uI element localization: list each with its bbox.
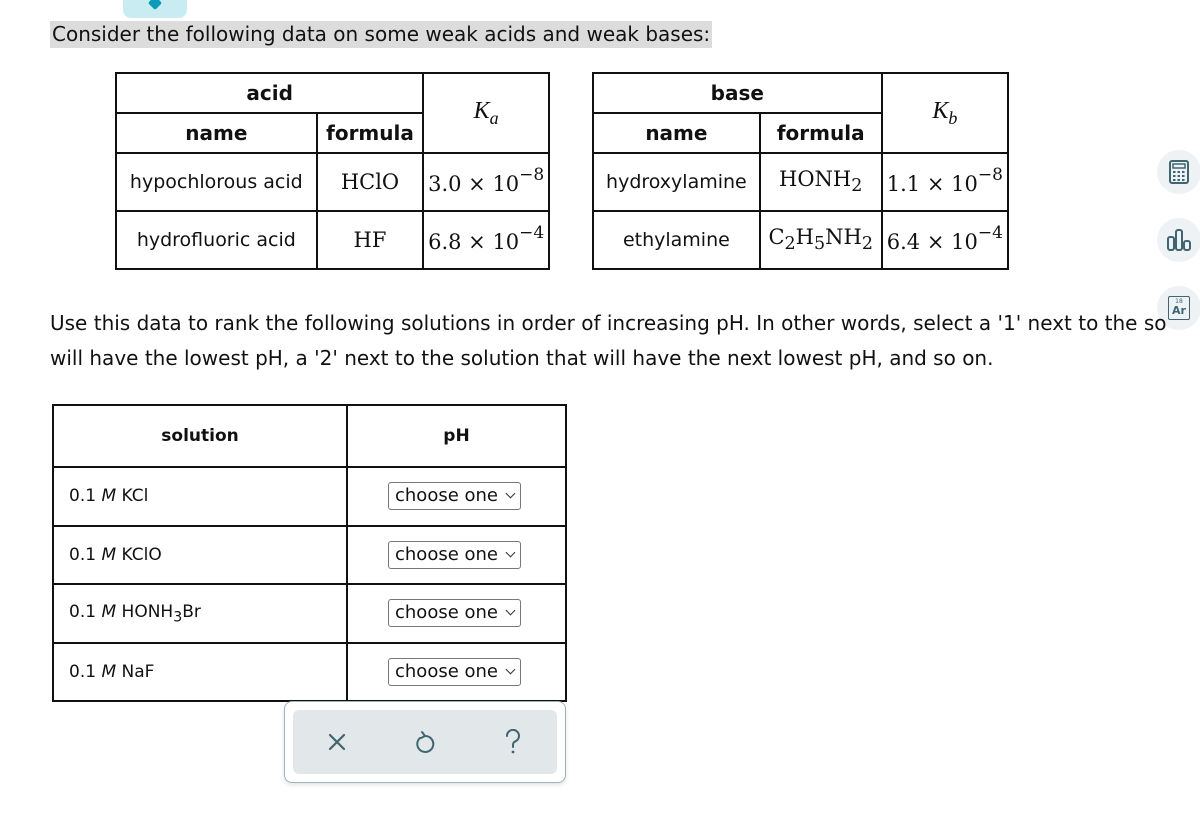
acid-name: hypochlorous acid <box>115 152 318 212</box>
chevron-down-icon <box>505 605 516 616</box>
acid-group-header: acid <box>114 72 425 114</box>
answer-toolbar <box>284 701 566 783</box>
bar-chart-icon <box>1167 229 1191 251</box>
calculator-button[interactable] <box>1157 150 1200 194</box>
ka-header: Ka <box>422 72 550 154</box>
instructions: Use this data to rank the following solu… <box>50 306 1200 376</box>
solution-header: solution <box>52 404 348 468</box>
table-row: ethylamine C2H5NH2 6.4 × 10−4 <box>592 210 1010 270</box>
table-row: hypochlorous acid HClO 3.0 × 10−8 <box>115 152 550 212</box>
acid-formula-header: formula <box>315 112 425 154</box>
chevron-down-icon <box>147 0 163 11</box>
base-group-header: base <box>592 72 883 114</box>
table-row: 0.1 M KCl choose one <box>52 466 567 527</box>
solution-label: 0.1 M HONH3Br <box>52 583 348 644</box>
base-name: ethylamine <box>592 210 761 270</box>
base-table: base Kb name formula hydroxylamine HONH2… <box>592 72 1010 270</box>
ph-rank-select[interactable]: choose one <box>388 540 521 569</box>
base-name: hydroxylamine <box>592 152 761 212</box>
solution-table: solution pH 0.1 M KCl choose one 0.1 M K… <box>52 404 567 702</box>
acid-ka: 6.8 × 10−4 <box>422 210 550 270</box>
intro-text: Consider the following data on some weak… <box>50 21 713 48</box>
chevron-down-icon <box>505 488 516 499</box>
acid-formula: HF <box>315 210 425 270</box>
question-icon <box>505 729 520 754</box>
ph-header: pH <box>346 404 567 468</box>
table-row: 0.1 M HONH3Br choose one <box>52 583 567 644</box>
base-kb: 1.1 × 10−8 <box>880 152 1010 212</box>
table-row: hydroxylamine HONH2 1.1 × 10−8 <box>592 152 1010 212</box>
ph-rank-select[interactable]: choose one <box>388 599 521 628</box>
table-row: 0.1 M NaF choose one <box>52 641 567 702</box>
table-row: hydrofluoric acid HF 6.8 × 10−4 <box>115 210 550 270</box>
base-kb: 6.4 × 10−4 <box>880 210 1010 270</box>
instructions-line-1: Use this data to rank the following solu… <box>50 311 1167 335</box>
acid-name-header: name <box>115 112 318 154</box>
collapse-tab[interactable] <box>123 0 187 18</box>
solution-label: 0.1 M KClO <box>52 524 348 585</box>
help-button[interactable] <box>493 722 533 762</box>
table-row: 0.1 M KClO choose one <box>52 524 567 585</box>
solution-label: 0.1 M NaF <box>52 641 348 702</box>
instructions-line-2: will have the lowest pH, a '2' next to t… <box>50 346 994 370</box>
chevron-down-icon <box>505 664 516 675</box>
base-name-header: name <box>592 112 761 154</box>
clear-button[interactable] <box>317 722 357 762</box>
base-formula-header: formula <box>758 112 883 154</box>
base-formula: C2H5NH2 <box>758 210 883 270</box>
data-chart-button[interactable] <box>1157 218 1200 262</box>
acid-ka: 3.0 × 10−8 <box>422 152 550 212</box>
acid-formula: HClO <box>315 152 425 212</box>
solution-label: 0.1 M KCl <box>52 466 348 527</box>
acid-table: acid Ka name formula hypochlorous acid H… <box>114 72 550 270</box>
x-icon <box>328 733 346 751</box>
calculator-icon <box>1169 160 1189 184</box>
undo-icon <box>416 731 435 753</box>
ph-rank-select[interactable]: choose one <box>388 657 521 686</box>
ph-rank-select[interactable]: choose one <box>388 482 521 511</box>
kb-header: Kb <box>880 72 1010 154</box>
undo-button[interactable] <box>405 722 445 762</box>
chevron-down-icon <box>505 547 516 558</box>
base-formula: HONH2 <box>758 152 883 212</box>
acid-name: hydrofluoric acid <box>115 210 318 270</box>
